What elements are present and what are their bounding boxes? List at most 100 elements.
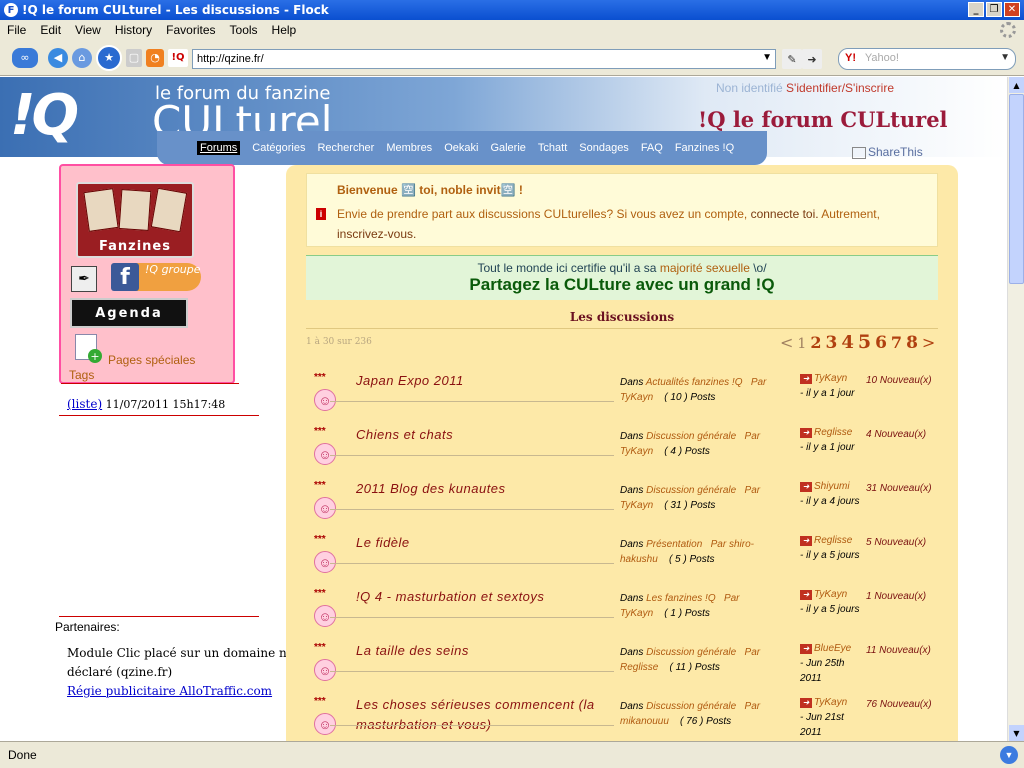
- liste-link[interactable]: (liste): [67, 397, 102, 411]
- tab-galerie[interactable]: Galerie: [490, 142, 525, 154]
- topic-title-link[interactable]: La taille des seins: [356, 641, 616, 661]
- last-post-user-link[interactable]: Shiyumi: [814, 481, 850, 492]
- last-post-user-link[interactable]: TyKayn: [814, 589, 847, 600]
- search-placeholder: Yahoo!: [864, 52, 899, 64]
- welcome-title: Bienvenue 🈳 toi, noble invit🈳 !: [337, 183, 523, 197]
- last-post-arrow-icon[interactable]: ➜: [800, 374, 812, 384]
- facebook-group-button[interactable]: f !Q groupe: [111, 263, 201, 291]
- last-post-arrow-icon[interactable]: ➜: [800, 482, 812, 492]
- search-input[interactable]: Y! Yahoo! ▼: [838, 48, 1016, 70]
- pager-page-6[interactable]: 6: [875, 333, 887, 353]
- pager-page-7[interactable]: 7: [891, 333, 902, 352]
- last-post-user-link[interactable]: TyKayn: [814, 697, 847, 708]
- topic-author-link[interactable]: TyKayn: [620, 392, 653, 403]
- smiley-icon: ☺: [314, 443, 336, 465]
- topic-author-link[interactable]: TyKayn: [620, 446, 653, 457]
- menu-edit[interactable]: Edit: [33, 23, 68, 37]
- topic-category-link[interactable]: Présentation: [646, 539, 702, 550]
- topic-title-link[interactable]: Japan Expo 2011: [356, 371, 616, 391]
- topic-author-link[interactable]: Reglisse: [620, 662, 658, 673]
- topic-title-link[interactable]: Chiens et chats: [356, 425, 616, 445]
- topic-title-link[interactable]: Le fidèle: [356, 533, 616, 553]
- url-input[interactable]: http://qzine.fr/ ▼: [192, 49, 776, 69]
- home-icon[interactable]: ⌂: [72, 47, 92, 68]
- pager-page-5[interactable]: 5: [858, 331, 871, 353]
- topic-category-link[interactable]: Discussion générale: [646, 701, 736, 712]
- tab-membres[interactable]: Membres: [386, 142, 432, 154]
- sharethis-link[interactable]: ShareThis: [852, 145, 923, 159]
- search-dropdown-icon[interactable]: ▼: [1000, 52, 1010, 63]
- close-button[interactable]: ✕: [1004, 2, 1020, 17]
- pager-next[interactable]: >: [922, 333, 935, 352]
- last-post-arrow-icon[interactable]: ➜: [800, 536, 812, 546]
- agenda-button[interactable]: Agenda: [70, 298, 188, 328]
- pages-speciales-link[interactable]: Pages spéciales: [108, 353, 195, 367]
- partners-link[interactable]: Régie publicitaire AlloTraffic.com: [67, 684, 272, 698]
- pager-prev[interactable]: <: [780, 333, 793, 352]
- vertical-scrollbar[interactable]: ▲ ▼: [1007, 77, 1024, 741]
- topic-title-link[interactable]: 2011 Blog des kunautes: [356, 479, 616, 499]
- last-post-arrow-icon[interactable]: ➜: [800, 590, 812, 600]
- topic-title-link[interactable]: Les choses sérieuses commencent (la mast…: [356, 695, 616, 735]
- menu-file[interactable]: File: [0, 23, 33, 37]
- tab-forums[interactable]: Forums: [197, 141, 241, 155]
- menu-history[interactable]: History: [108, 23, 159, 37]
- tab-categories[interactable]: Catégories: [252, 142, 305, 154]
- back-icon[interactable]: ◀: [48, 47, 68, 68]
- menu-favorites[interactable]: Favorites: [159, 23, 222, 37]
- status-menu-icon[interactable]: ▼: [1000, 746, 1018, 764]
- scrollbar-thumb[interactable]: [1009, 94, 1024, 284]
- topic-category-link[interactable]: Les fanzines !Q: [646, 593, 715, 604]
- pager-page-8[interactable]: 8: [906, 333, 918, 353]
- last-post-arrow-icon[interactable]: ➜: [800, 698, 812, 708]
- majorite-link[interactable]: majorité sexuelle: [660, 261, 750, 275]
- url-dropdown-icon[interactable]: ▼: [762, 52, 772, 63]
- scroll-down-icon[interactable]: ▼: [1009, 725, 1024, 741]
- quill-icon[interactable]: ✒: [71, 266, 97, 292]
- add-page-icon[interactable]: +: [75, 334, 102, 363]
- go-arrow-icon[interactable]: ➜: [802, 49, 822, 69]
- clipboard-icon[interactable]: ▢: [126, 48, 142, 67]
- tab-rechercher[interactable]: Rechercher: [317, 142, 374, 154]
- iq-favicon[interactable]: !Q: [168, 48, 188, 67]
- tab-sondages[interactable]: Sondages: [579, 142, 629, 154]
- connect-link[interactable]: connecte toi.: [751, 207, 819, 221]
- feed-reader-icon[interactable]: ✎: [782, 49, 802, 69]
- last-post-user-link[interactable]: TyKayn: [814, 373, 847, 384]
- pager-page-4[interactable]: 4: [841, 332, 854, 353]
- register-link[interactable]: inscrivez-vous.: [337, 227, 416, 241]
- menu-tools[interactable]: Tools: [223, 23, 265, 37]
- topic-category-link[interactable]: Discussion générale: [646, 431, 736, 442]
- last-post-user-link[interactable]: BlueEye: [814, 643, 851, 654]
- iq-logo[interactable]: !Q: [10, 83, 79, 148]
- menu-view[interactable]: View: [68, 23, 108, 37]
- last-post-user-link[interactable]: Reglisse: [814, 535, 852, 546]
- topic-category-link[interactable]: Discussion générale: [646, 485, 736, 496]
- tab-faq[interactable]: FAQ: [641, 142, 663, 154]
- last-post-arrow-icon[interactable]: ➜: [800, 428, 812, 438]
- maximize-button[interactable]: ❐: [986, 2, 1002, 17]
- fanzines-button[interactable]: Fanzines: [76, 182, 194, 258]
- menu-help[interactable]: Help: [265, 23, 304, 37]
- topic-title-link[interactable]: !Q 4 - masturbation et sextoys: [356, 587, 616, 607]
- login-link[interactable]: S'identifier/S'inscrire: [786, 81, 894, 95]
- topic-author-link[interactable]: TyKayn: [620, 608, 653, 619]
- topic-author-link[interactable]: mikanouuu: [620, 716, 669, 727]
- favorites-star-icon[interactable]: ★: [96, 44, 122, 71]
- tab-tchatt[interactable]: Tchatt: [538, 142, 567, 154]
- last-post-user-link[interactable]: Reglisse: [814, 427, 852, 438]
- scroll-up-icon[interactable]: ▲: [1009, 77, 1024, 93]
- pager-page-3[interactable]: 3: [825, 333, 837, 353]
- topic-author-link[interactable]: TyKayn: [620, 500, 653, 511]
- minimize-button[interactable]: _: [968, 2, 984, 17]
- pager-page-1[interactable]: 1: [797, 336, 806, 352]
- rss-icon[interactable]: ◔: [146, 48, 164, 67]
- tab-oekaki[interactable]: Oekaki: [444, 142, 478, 154]
- topic-category-link[interactable]: Discussion générale: [646, 647, 736, 658]
- people-icon[interactable]: ∞: [12, 47, 38, 68]
- topic-category-link[interactable]: Actualités fanzines !Q: [646, 377, 743, 388]
- last-post-arrow-icon[interactable]: ➜: [800, 644, 812, 654]
- certify-box: Tout le monde ici certifie qu'il a sa ma…: [306, 255, 938, 300]
- pager-page-2[interactable]: 2: [810, 333, 821, 352]
- tab-fanzines-iq[interactable]: Fanzines !Q: [675, 142, 734, 154]
